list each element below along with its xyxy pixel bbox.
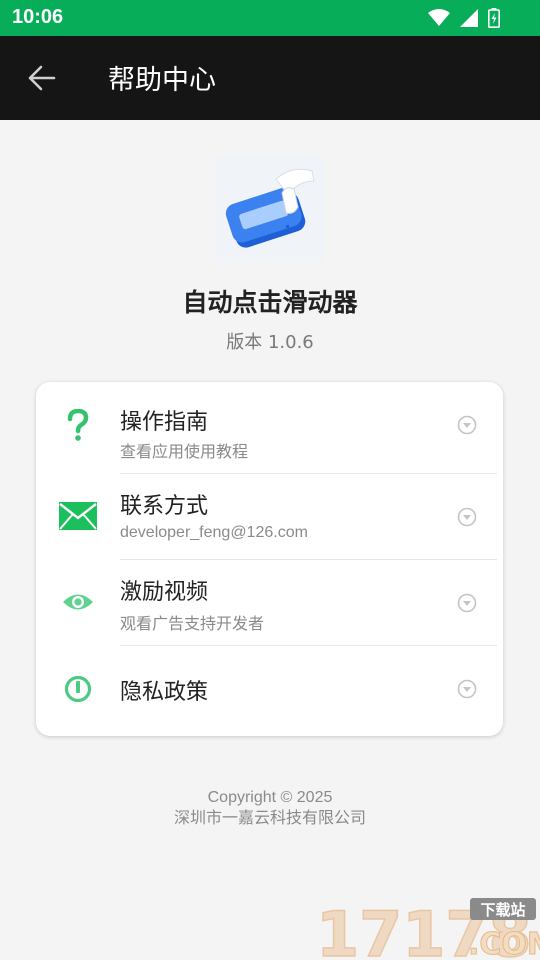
page-title: 帮助中心 bbox=[108, 65, 216, 96]
menu-item-title: 操作指南 bbox=[120, 410, 209, 435]
menu-item-reward-video[interactable]: 激励视频 观看广告支持开发者 bbox=[36, 560, 503, 646]
mail-icon bbox=[58, 496, 98, 536]
menu-item-title: 联系方式 bbox=[120, 494, 209, 519]
chevron-down-icon[interactable] bbox=[457, 415, 477, 435]
watermark-domain: .COM bbox=[468, 927, 540, 960]
chevron-down-icon[interactable] bbox=[457, 679, 477, 699]
chevron-down-icon[interactable] bbox=[457, 507, 477, 527]
power-icon bbox=[58, 669, 98, 709]
battery-icon bbox=[488, 8, 500, 28]
menu-item-privacy-policy[interactable]: 隐私政策 bbox=[36, 646, 503, 732]
app-name: 自动点击滑动器 bbox=[182, 288, 358, 317]
menu-item-title: 隐私政策 bbox=[120, 680, 209, 705]
site-watermark-logo: 17178 下载站 .COM bbox=[315, 897, 540, 960]
eye-icon bbox=[58, 582, 98, 622]
menu-item-subtitle: 查看应用使用教程 bbox=[120, 442, 249, 461]
footer: Copyright © 2025 深圳市一嘉云科技有限公司 bbox=[0, 788, 540, 828]
status-time: 10:06 bbox=[12, 6, 64, 28]
menu-item-title: 激励视频 bbox=[120, 580, 209, 605]
back-arrow-icon[interactable] bbox=[26, 63, 58, 93]
menu-item-subtitle: developer_feng@126.com bbox=[120, 524, 308, 541]
help-menu-card: 操作指南 查看应用使用教程 联系方式 developer_feng@126.co… bbox=[36, 382, 503, 736]
status-icons bbox=[428, 8, 500, 28]
status-bar: 10:06 bbox=[0, 0, 540, 36]
signal-icon bbox=[460, 9, 478, 27]
menu-item-guide[interactable]: 操作指南 查看应用使用教程 bbox=[36, 382, 503, 468]
menu-item-contact[interactable]: 联系方式 developer_feng@126.com bbox=[36, 474, 503, 560]
menu-item-subtitle: 观看广告支持开发者 bbox=[120, 614, 265, 633]
app-logo bbox=[216, 155, 324, 263]
watermark-badge: 下载站 bbox=[480, 901, 525, 919]
copyright-text: Copyright © 2025 bbox=[207, 789, 333, 806]
app-version: 版本 1.0.6 bbox=[226, 332, 314, 353]
app-bar: 帮助中心 bbox=[0, 36, 540, 120]
company-name: 深圳市一嘉云科技有限公司 bbox=[173, 808, 366, 827]
chevron-down-icon[interactable] bbox=[457, 593, 477, 613]
wifi-icon bbox=[428, 9, 450, 26]
question-icon bbox=[58, 405, 98, 445]
